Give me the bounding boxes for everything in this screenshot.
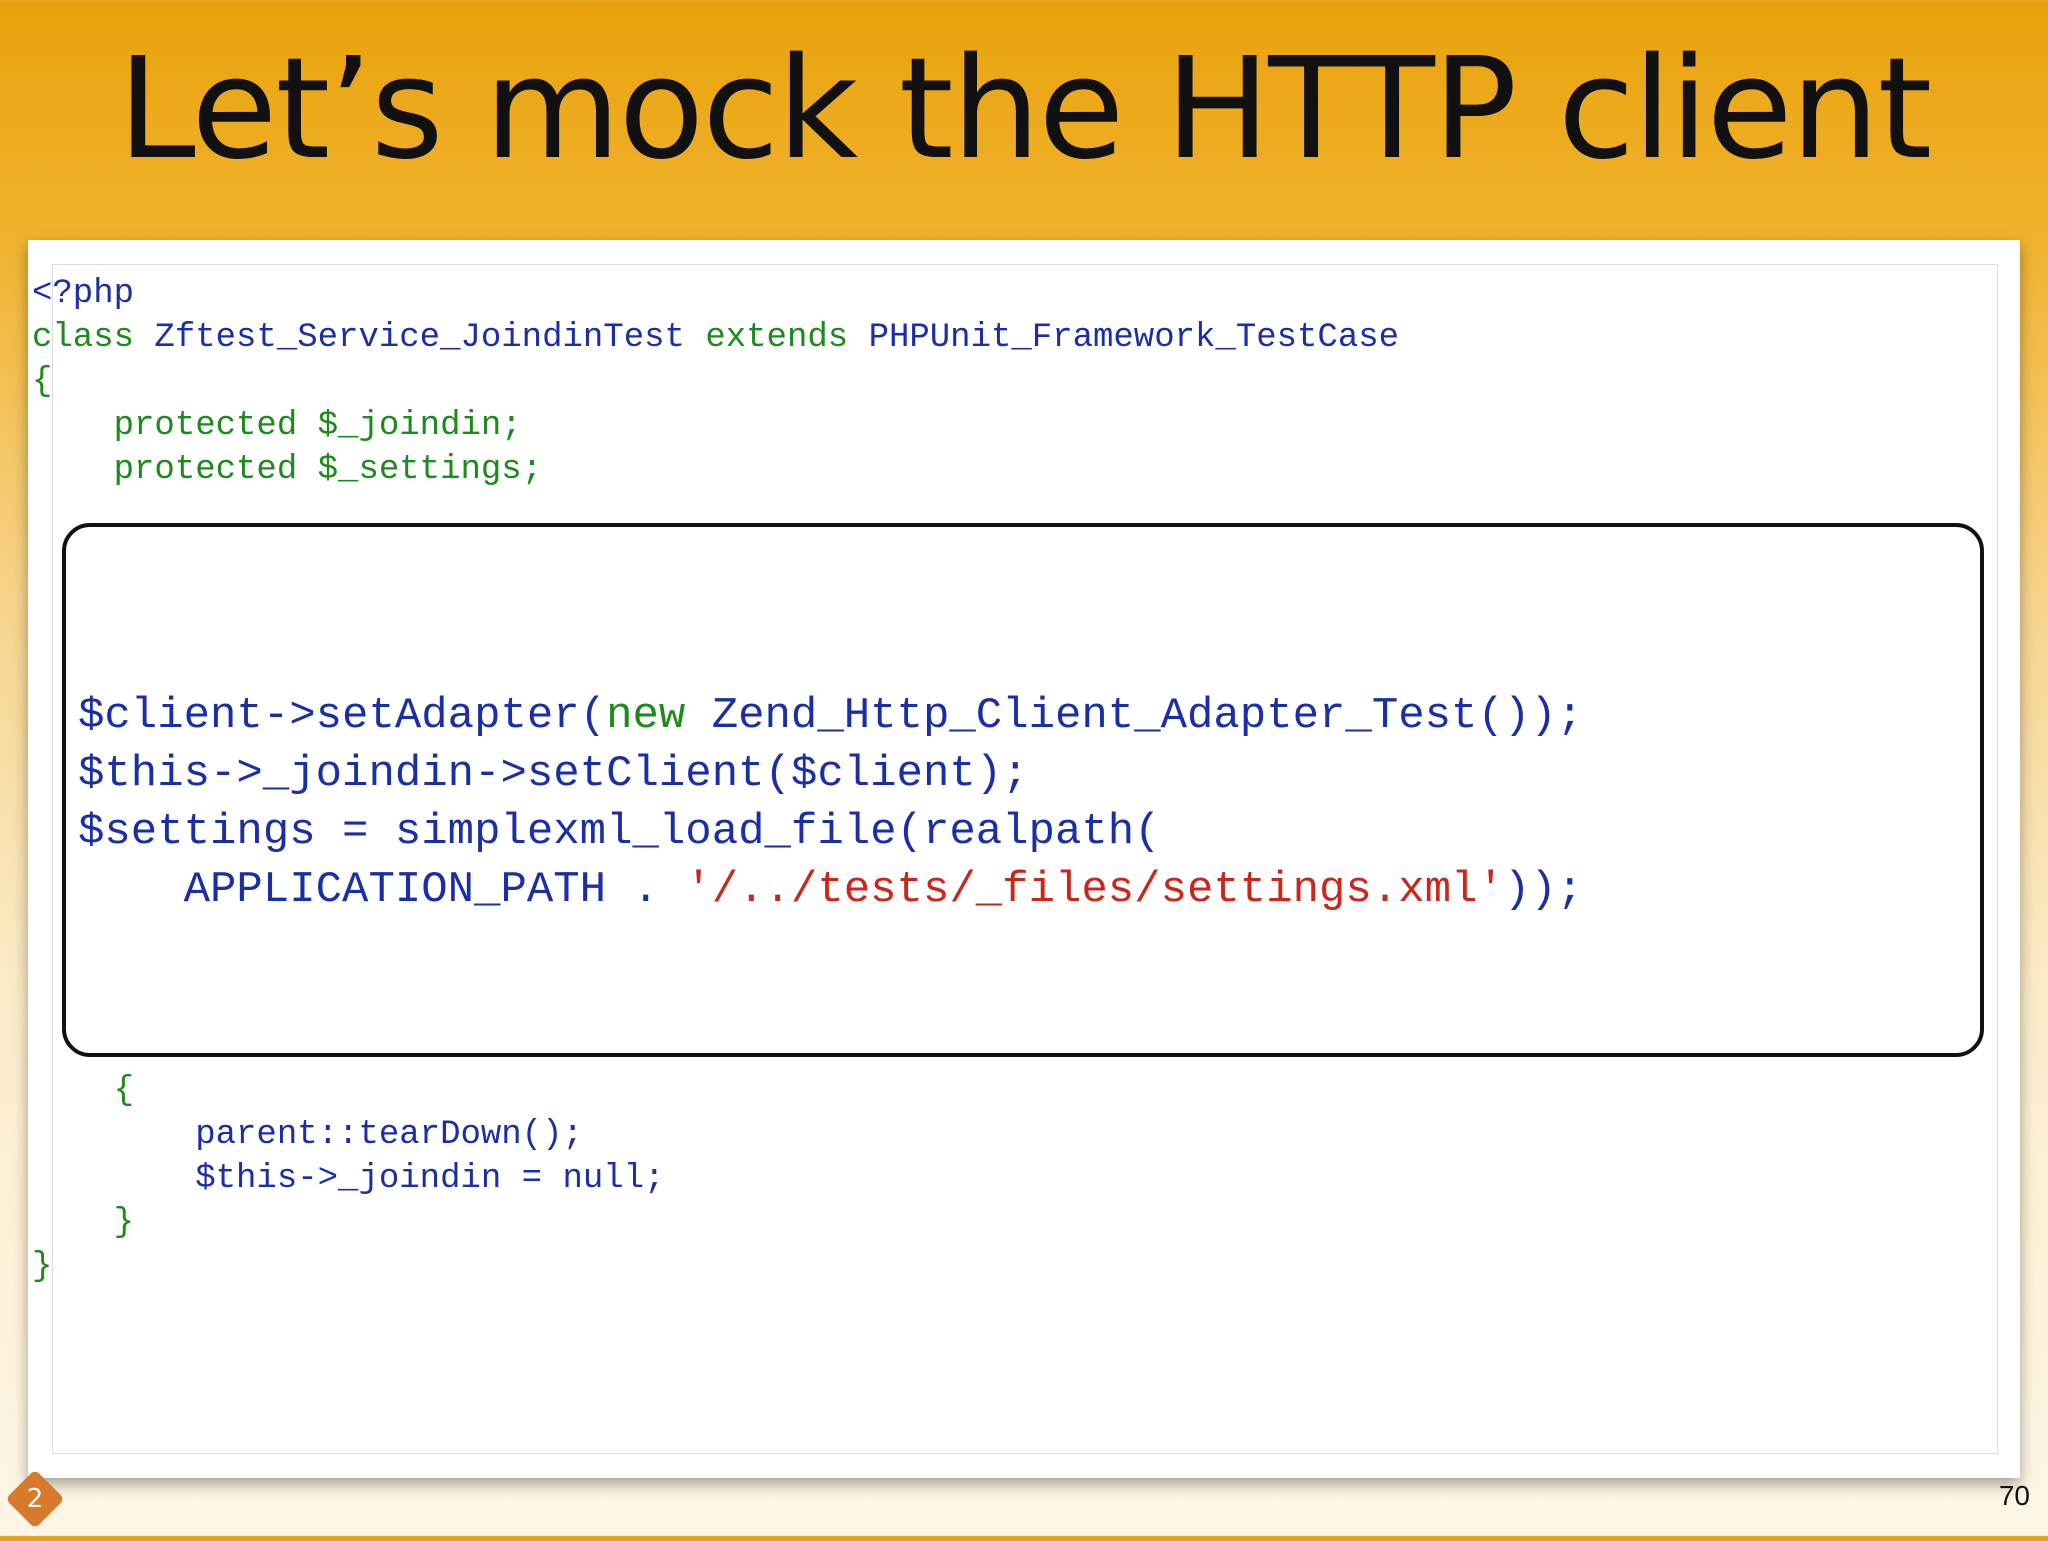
code-line-b3: $this->_joindin = null; <box>32 1160 665 1198</box>
code-class-name: Zftest_Service_JoindinTest <box>154 319 685 357</box>
callout-line-3: $settings = simplexml_load_file(realpath… <box>78 807 1161 857</box>
callout-line-4-end: )); <box>1503 865 1584 915</box>
callout-string-path: '/../tests/_files/settings.xml' <box>685 865 1504 915</box>
logo-icon: 2 <box>5 1469 65 1529</box>
callout-code: $client->setAdapter(new Zend_Http_Client… <box>78 687 1583 919</box>
page-number: 70 <box>1998 1480 2030 1511</box>
code-base-class: PHPUnit_Framework_TestCase <box>868 319 1400 357</box>
callout-line-1c: Zend_Http_Client_Adapter_Test()); <box>711 691 1584 741</box>
slide-title: Let’s mock the HTTP client <box>117 28 1933 191</box>
code-line-b5: } <box>32 1248 53 1286</box>
code-keyword-extends: extends <box>684 319 869 357</box>
logo-text: 2 <box>26 1484 44 1514</box>
callout-line-4a: APPLICATION_PATH . <box>78 865 686 915</box>
callout-line-1a: $client->setAdapter( <box>78 691 607 741</box>
code-var-joindin: $_joindin; <box>317 407 522 445</box>
code-line-b1: { <box>32 1072 135 1110</box>
callout-line-2: $this->_joindin->setClient($client); <box>78 749 1029 799</box>
code-line-php-open: <?php <box>32 275 135 313</box>
code-open-brace: { <box>32 363 53 401</box>
code-var-settings: $_settings; <box>317 451 543 489</box>
code-line-b4: } <box>32 1204 135 1242</box>
highlight-callout: $client->setAdapter(new Zend_Http_Client… <box>62 523 1984 1057</box>
code-keyword-class: class <box>32 319 155 357</box>
code-line-b2: parent::tearDown(); <box>32 1116 583 1154</box>
callout-keyword-new: new <box>606 691 712 741</box>
code-block-bottom: { parent::tearDown(); $this->_joindin = … <box>32 1069 665 1289</box>
code-keyword-protected: protected <box>32 451 318 489</box>
code-block-top: <?php class Zftest_Service_JoindinTest e… <box>32 272 1399 492</box>
code-keyword-protected: protected <box>32 407 318 445</box>
